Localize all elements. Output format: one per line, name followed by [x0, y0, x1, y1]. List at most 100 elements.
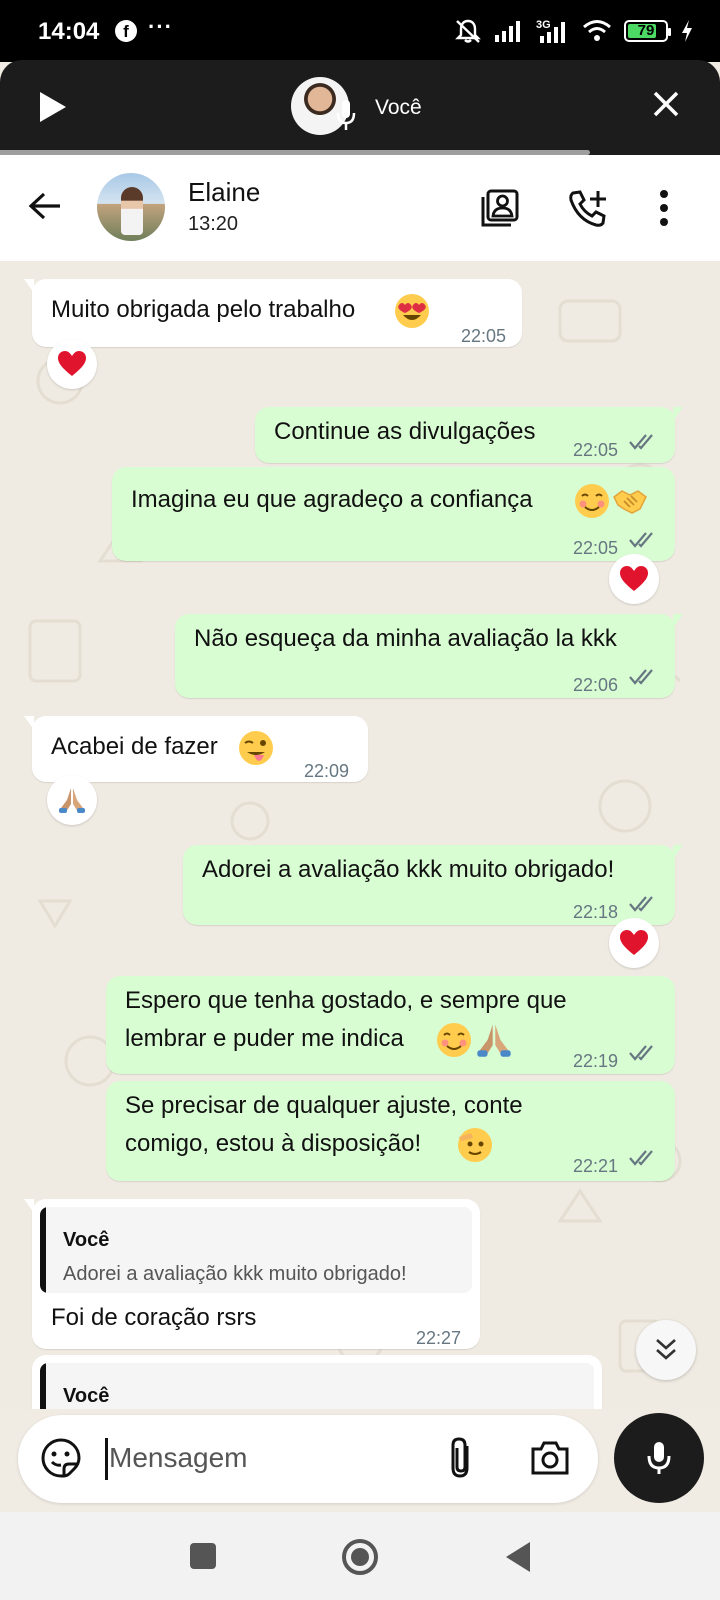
- more-vert-icon[interactable]: [658, 188, 670, 228]
- message-bubble-incoming[interactable]: Muito obrigada pelo trabalho 22:05: [24, 279, 522, 347]
- signal-icon: [495, 21, 520, 42]
- bubble-tail: [24, 716, 34, 730]
- smiling-blush-emoji: [436, 1022, 472, 1058]
- contact-card-icon[interactable]: [480, 188, 520, 228]
- wifi-icon: [583, 20, 611, 41]
- quote-author: Você: [63, 1385, 110, 1407]
- message-time: 22:05: [460, 326, 506, 346]
- mute-bell-icon: [455, 19, 481, 43]
- system-navigation-bar: [0, 1512, 720, 1600]
- message-text-line: Espero que tenha gostado, e sempre que: [125, 987, 567, 1014]
- reaction-folded-hands[interactable]: [47, 775, 97, 825]
- message-text: Muito obrigada pelo trabalho: [51, 296, 356, 323]
- facebook-icon: f: [115, 20, 137, 42]
- svg-text:3G: 3G: [536, 19, 551, 31]
- message-text: Adorei a avaliação kkk muito obrigado!: [202, 856, 615, 883]
- chevron-double-down-icon: [656, 1339, 676, 1360]
- handshake-emoji: [612, 483, 648, 519]
- home-button[interactable]: [342, 1539, 378, 1575]
- quoted-message[interactable]: Você: [40, 1363, 594, 1409]
- message-text: Acabei de fazer: [51, 733, 218, 760]
- close-icon[interactable]: [652, 90, 680, 118]
- message-bubble-incoming-reply[interactable]: Você Adorei a avaliação kkk muito obriga…: [24, 1199, 480, 1349]
- status-time: 14:04: [38, 18, 100, 45]
- voice-chat-banner[interactable]: Você: [0, 60, 720, 155]
- contact-subtitle: 13:20: [188, 213, 239, 235]
- message-time: 22:18: [573, 902, 619, 922]
- read-ticks-icon: [629, 434, 653, 450]
- smiling-blush-emoji: [574, 483, 610, 519]
- message-text-line: comigo, estou à disposição!: [125, 1130, 422, 1157]
- quoted-message[interactable]: Você Adorei a avaliação kkk muito obriga…: [40, 1207, 472, 1293]
- camera-icon[interactable]: [530, 1439, 570, 1477]
- microphone-icon: [336, 100, 356, 130]
- add-call-icon[interactable]: [568, 188, 610, 228]
- message-time: 22:27: [416, 1328, 462, 1348]
- message-bubble-incoming-reply[interactable]: Você: [32, 1355, 602, 1409]
- quote-bar: [40, 1207, 46, 1293]
- contact-avatar-figure: [121, 187, 143, 235]
- reaction-heart[interactable]: [47, 339, 97, 389]
- back-button[interactable]: [506, 1542, 530, 1572]
- message-bubble-outgoing[interactable]: Continue as divulgações 22:05: [255, 407, 683, 463]
- read-ticks-icon: [629, 669, 653, 685]
- message-time: 22:19: [573, 1051, 619, 1071]
- contact-avatar[interactable]: [97, 173, 165, 241]
- chat-header: Elaine 13:20: [0, 155, 720, 261]
- heart-icon: [620, 566, 648, 591]
- read-ticks-icon: [629, 1150, 653, 1166]
- message-text: Foi de coração rsrs: [51, 1304, 257, 1331]
- text-caret: [105, 1438, 108, 1480]
- voice-record-button[interactable]: [614, 1413, 704, 1503]
- back-arrow-icon[interactable]: [27, 191, 63, 221]
- reaction-heart[interactable]: [609, 554, 659, 604]
- bubble-tail: [24, 1199, 34, 1213]
- winking-tongue-emoji: [238, 730, 274, 766]
- attach-icon[interactable]: [448, 1436, 474, 1480]
- bubble-tail: [673, 407, 683, 421]
- saluting-face-emoji: [457, 1127, 493, 1163]
- message-bubble-outgoing[interactable]: Adorei a avaliação kkk muito obrigado! 2…: [183, 845, 683, 925]
- read-ticks-icon: [629, 896, 653, 912]
- chat-area[interactable]: Muito obrigada pelo trabalho 22:05 Conti…: [0, 261, 720, 1409]
- battery-icon: 79: [624, 20, 671, 42]
- quote-text: Adorei a avaliação kkk muito obrigado!: [63, 1263, 407, 1285]
- bubble-tail: [673, 614, 683, 628]
- signal-3g-icon: 3G: [536, 19, 565, 43]
- folded-hands-emoji: [476, 1022, 512, 1058]
- bubble-tail: [24, 279, 34, 293]
- sticker-icon[interactable]: [40, 1437, 82, 1479]
- message-text: Continue as divulgações: [274, 418, 536, 445]
- contact-name[interactable]: Elaine: [188, 177, 260, 208]
- message-time: 22:06: [573, 675, 619, 695]
- scroll-to-bottom-button[interactable]: [636, 1320, 696, 1380]
- voice-chat-title: Você: [375, 96, 422, 119]
- status-bar: 14:04 f ··· 3G 79: [0, 0, 720, 62]
- message-time: 22:09: [304, 761, 350, 781]
- battery-percent: 79: [637, 22, 655, 39]
- quote-author: Você: [63, 1229, 110, 1251]
- read-ticks-icon: [629, 532, 653, 548]
- reaction-heart[interactable]: [609, 918, 659, 968]
- message-bubble-incoming[interactable]: Acabei de fazer 22:09: [24, 716, 368, 782]
- message-time: 22:05: [573, 440, 619, 460]
- message-bubble-outgoing[interactable]: Não esqueça da minha avaliação la kkk 22…: [175, 614, 683, 698]
- battery-cap: [668, 28, 671, 36]
- message-bubble-outgoing[interactable]: Imagina eu que agradeço a confiança 22:0…: [112, 467, 675, 561]
- quote-bar: [40, 1363, 46, 1409]
- heart-icon: [58, 351, 86, 376]
- recent-apps-button[interactable]: [190, 1543, 216, 1569]
- heart-icon: [620, 930, 648, 955]
- message-text: Não esqueça da minha avaliação la kkk: [194, 625, 617, 652]
- message-text: Imagina eu que agradeço a confiança: [131, 486, 533, 513]
- play-icon[interactable]: [38, 90, 68, 124]
- message-text-line: lembrar e puder me indica: [125, 1025, 404, 1052]
- message-input[interactable]: [109, 1435, 409, 1481]
- folded-hands-icon: [59, 788, 85, 813]
- message-composer: [18, 1415, 598, 1503]
- message-bubble-outgoing[interactable]: Espero que tenha gostado, e sempre que l…: [106, 976, 675, 1074]
- bubble-tail: [673, 845, 683, 859]
- message-bubble-outgoing[interactable]: Se precisar de qualquer ajuste, conte co…: [106, 1081, 675, 1181]
- heart-eyes-emoji: [394, 293, 430, 329]
- message-text-line: Se precisar de qualquer ajuste, conte: [125, 1092, 523, 1119]
